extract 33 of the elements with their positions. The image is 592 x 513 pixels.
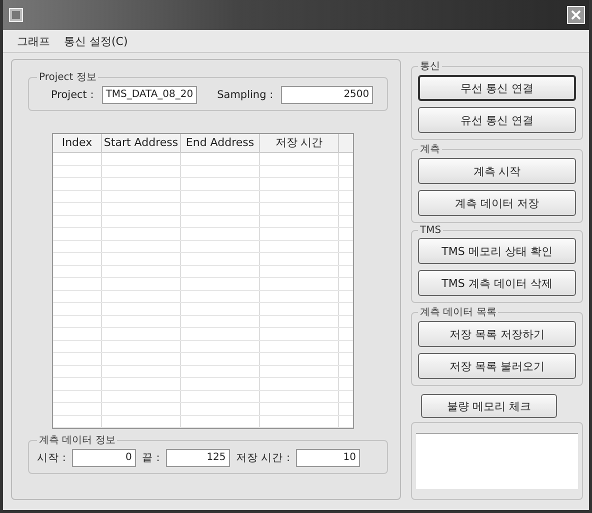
input-field[interactable]: 125: [166, 449, 230, 467]
button[interactable]: 불량 메모리 체크: [421, 394, 557, 418]
group-label: 계측 데이터 정보: [38, 434, 116, 447]
group-label: Project 정보: [38, 71, 98, 84]
input-field[interactable]: TMS_DATA_08_20: [102, 86, 198, 104]
close-icon[interactable]: [567, 6, 585, 24]
input-field[interactable]: 10: [296, 449, 360, 467]
field-label: 시작 :: [37, 451, 66, 465]
button[interactable]: 유선 통신 연결: [418, 107, 576, 133]
group-label: TMS: [419, 225, 442, 236]
menu-item[interactable]: 통신 설정(C): [64, 34, 128, 48]
field-label: Project :: [51, 89, 94, 101]
menu-item[interactable]: 그래프: [17, 34, 50, 48]
button[interactable]: 계측 시작: [418, 158, 576, 184]
button[interactable]: TMS 계측 데이터 삭제: [418, 270, 576, 296]
group-label: 통신: [419, 60, 441, 73]
column-header[interactable]: End Address: [181, 134, 260, 152]
field-label: 저장 시간 :: [236, 451, 290, 465]
field-label: Sampling :: [217, 89, 274, 101]
button[interactable]: 저장 목록 불러오기: [418, 353, 576, 379]
button[interactable]: 계측 데이터 저장: [418, 190, 576, 216]
input-field[interactable]: 0: [72, 449, 136, 467]
input-field[interactable]: 2500: [281, 86, 374, 104]
column-header[interactable]: Index: [53, 134, 102, 152]
field-label: 끝 :: [142, 451, 160, 465]
group-label: 계측 데이터 목록: [419, 306, 498, 319]
button[interactable]: 저장 목록 저장하기: [418, 321, 576, 347]
group-label: 계측: [419, 143, 441, 156]
button[interactable]: TMS 메모리 상태 확인: [418, 238, 576, 264]
app-icon: [9, 8, 23, 22]
column-header[interactable]: 저장 시간: [260, 134, 339, 152]
column-header[interactable]: Start Address: [102, 134, 181, 152]
button[interactable]: 무선 통신 연결: [418, 75, 576, 101]
